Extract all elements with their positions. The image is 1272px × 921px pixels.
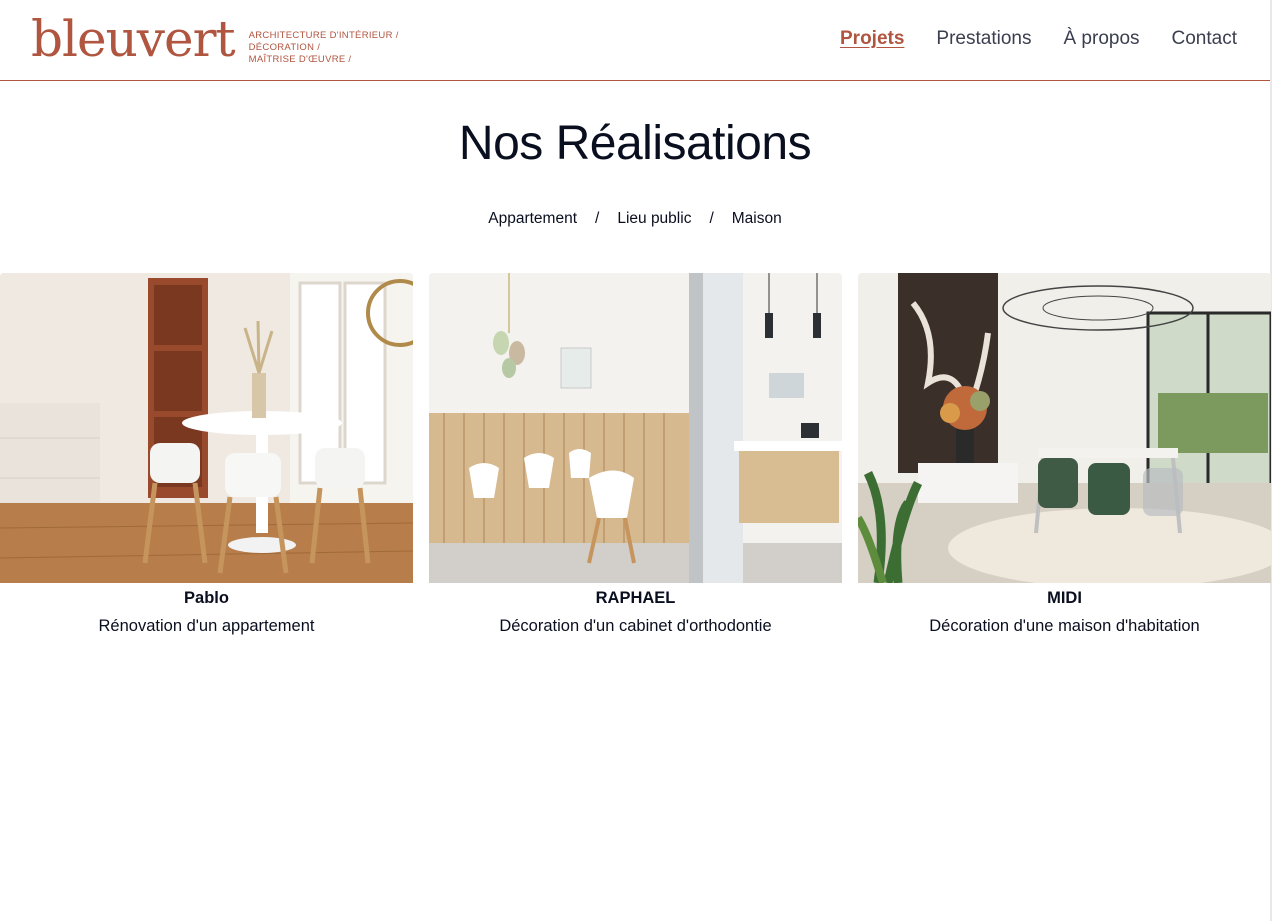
- nav-link-prestations[interactable]: Prestations: [936, 28, 1031, 50]
- dining-room-photo[interactable]: [0, 273, 413, 583]
- project-description: Décoration d'un cabinet d'orthodontie: [499, 617, 772, 635]
- project-description: Décoration d'une maison d'habitation: [929, 617, 1200, 635]
- filter-maison[interactable]: Maison: [732, 210, 782, 228]
- site-header: bleuvert ARCHITECTURE D'INTÉRIEUR / DÉCO…: [0, 0, 1270, 81]
- page-title: Nos Réalisations: [458, 117, 812, 170]
- project-card-pablo[interactable]: Pablo Rénovation d'un appartement: [0, 273, 413, 636]
- logo-tagline: ARCHITECTURE D'INTÉRIEUR / DÉCORATION / …: [249, 30, 399, 66]
- project-card-raphael[interactable]: RAPHAEL Décoration d'un cabinet d'orthod…: [429, 273, 842, 636]
- filter-separator: /: [595, 210, 600, 227]
- nav-link-contact[interactable]: Contact: [1172, 28, 1237, 50]
- tagline-line: MAÎTRISE D'ŒUVRE /: [248, 54, 352, 65]
- project-description: Rénovation d'un appartement: [98, 617, 315, 635]
- nav-link-a-propos[interactable]: À propos: [1063, 28, 1139, 50]
- tagline-line: ARCHITECTURE D'INTÉRIEUR /: [248, 30, 399, 41]
- filter-separator: /: [709, 210, 714, 227]
- brand-logo[interactable]: bleuvert ARCHITECTURE D'INTÉRIEUR / DÉCO…: [31, 14, 399, 66]
- project-title[interactable]: MIDI: [858, 589, 1271, 608]
- filter-lieu-public[interactable]: Lieu public: [617, 210, 691, 228]
- filter-appartement[interactable]: Appartement: [488, 210, 577, 228]
- project-title[interactable]: Pablo: [0, 589, 413, 608]
- nav-link-projets[interactable]: Projets: [840, 28, 904, 50]
- project-grid: Pablo Rénovation d'un appartement RAPHAE…: [0, 273, 1271, 636]
- tagline-line: DÉCORATION /: [248, 42, 321, 53]
- project-title[interactable]: RAPHAEL: [429, 589, 842, 608]
- waiting-room-photo[interactable]: [429, 273, 842, 583]
- category-filters: Appartement / Lieu public / Maison: [0, 210, 1270, 228]
- house-dining-photo[interactable]: [858, 273, 1271, 583]
- project-card-midi[interactable]: MIDI Décoration d'une maison d'habitatio…: [858, 273, 1271, 636]
- logo-wordmark: bleuvert: [31, 10, 236, 68]
- main-nav: Projets Prestations À propos Contact: [840, 28, 1237, 50]
